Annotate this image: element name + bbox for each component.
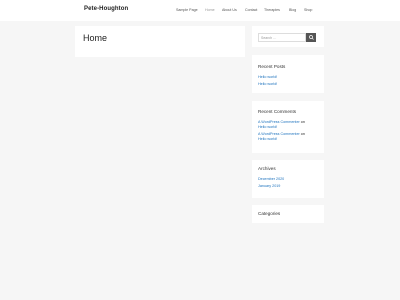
search-widget: Search … [252, 26, 324, 47]
recent-posts-widget: Recent Posts Hello world! Hello world! [252, 55, 324, 93]
comment-post-link[interactable]: Hello world! [258, 125, 277, 129]
nav-item-blog[interactable]: Blog [289, 8, 296, 12]
nav-item-home[interactable]: Home [205, 8, 215, 12]
categories-widget: Categories [252, 205, 324, 223]
nav-item-therapies[interactable]: Therapies [264, 8, 280, 12]
search-button[interactable] [306, 33, 316, 42]
recent-comments-title: Recent Comments [258, 109, 297, 114]
recent-comments-widget: Recent Comments A WordPress Commenter on… [252, 101, 324, 153]
comment-on-text: on [300, 132, 305, 136]
archive-link[interactable]: January 2019 [258, 184, 280, 188]
search-icon [308, 35, 314, 40]
nav-item-about-us[interactable]: About Us [222, 8, 237, 12]
nav-item-contact[interactable]: Contact [245, 8, 257, 12]
comment-author-link[interactable]: A WordPress Commenter [258, 132, 300, 136]
recent-post-link[interactable]: Hello world! [258, 75, 277, 79]
nav-item-shop[interactable]: Shop [304, 8, 312, 12]
comment-post-link[interactable]: Hello world! [258, 137, 277, 141]
page-title: Home [83, 33, 108, 43]
recent-comment: A WordPress Commenter on Hello world! [258, 120, 305, 130]
comment-on-text: on [300, 120, 305, 124]
categories-title: Categories [258, 211, 281, 216]
archives-title: Archives [258, 166, 276, 171]
recent-posts-title: Recent Posts [258, 64, 286, 69]
site-title[interactable]: Pete-Houghton [84, 6, 128, 12]
recent-comment: A WordPress Commenter on Hello world! [258, 132, 305, 142]
comment-author-link[interactable]: A WordPress Commenter [258, 120, 300, 124]
archives-widget: Archives December 2020 January 2019 [252, 160, 324, 198]
archive-link[interactable]: December 2020 [258, 177, 284, 181]
search-input[interactable]: Search … [258, 33, 306, 42]
site-header: Pete-Houghton Sample Page Home About Us … [0, 0, 400, 21]
recent-post-link[interactable]: Hello world! [258, 82, 277, 86]
nav-item-sample-page[interactable]: Sample Page [176, 8, 198, 12]
